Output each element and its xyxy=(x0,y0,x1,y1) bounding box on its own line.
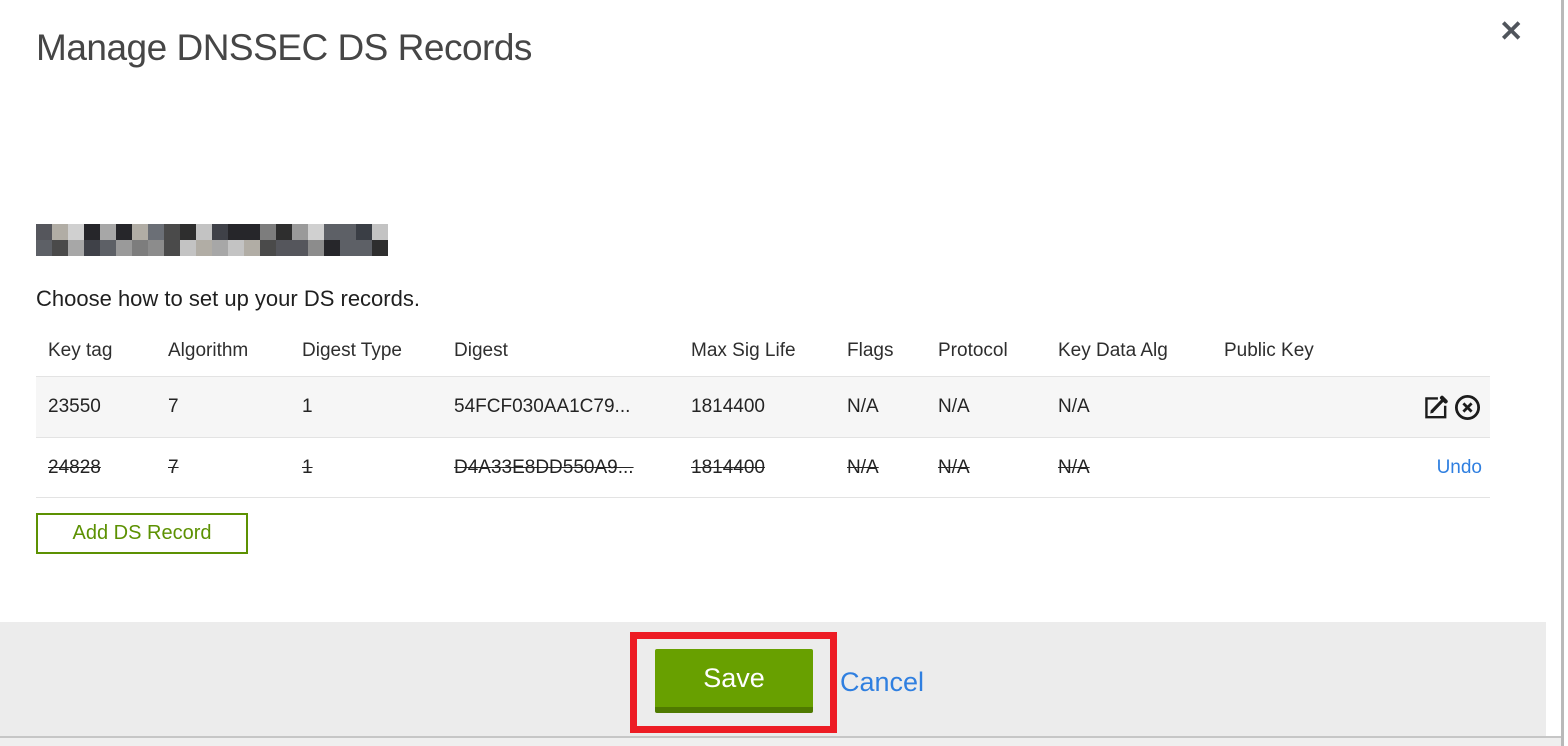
redacted-pixel xyxy=(228,240,244,256)
col-header-digest-type: Digest Type xyxy=(302,340,402,361)
ds-records-instruction: Choose how to set up your DS records. xyxy=(36,286,420,311)
col-header-key-tag: Key tag xyxy=(48,340,113,361)
redacted-pixel xyxy=(36,224,52,240)
redacted-pixel xyxy=(68,240,84,256)
redacted-pixel xyxy=(84,224,100,240)
redacted-pixel xyxy=(260,240,276,256)
col-header-digest: Digest xyxy=(454,340,508,361)
col-header-protocol: Protocol xyxy=(938,340,1008,361)
redacted-pixel xyxy=(244,240,260,256)
col-header-flags: Flags xyxy=(847,340,894,361)
cell-key-data-alg: N/A xyxy=(1058,456,1090,478)
redacted-pixel xyxy=(324,240,340,256)
redacted-pixel xyxy=(132,224,148,240)
redacted-pixel xyxy=(356,240,372,256)
redacted-pixel xyxy=(100,224,116,240)
redacted-domain-name xyxy=(36,224,388,256)
redacted-pixel xyxy=(196,240,212,256)
redacted-pixel xyxy=(116,240,132,256)
cell-flags: N/A xyxy=(847,396,879,417)
col-header-public-key: Public Key xyxy=(1224,340,1314,361)
redacted-pixel xyxy=(148,224,164,240)
redacted-pixel xyxy=(132,240,148,256)
cell-key-data-alg: N/A xyxy=(1058,396,1090,417)
redacted-pixel xyxy=(372,240,388,256)
redacted-pixel xyxy=(180,240,196,256)
redacted-pixel xyxy=(84,240,100,256)
redacted-pixel xyxy=(196,224,212,240)
redacted-pixel xyxy=(340,224,356,240)
add-ds-record-button[interactable]: Add DS Record xyxy=(36,513,248,554)
cell-algorithm: 7 xyxy=(168,456,179,478)
redacted-pixel xyxy=(340,240,356,256)
ds-records-table: Key tag Algorithm Digest Type Digest Max… xyxy=(36,326,1490,498)
redacted-pixel xyxy=(52,224,68,240)
save-button[interactable]: Save xyxy=(655,649,813,713)
page-title: Manage DNSSEC DS Records xyxy=(36,27,532,68)
window-right-edge xyxy=(1561,0,1564,746)
redacted-pixel xyxy=(116,224,132,240)
redacted-pixel xyxy=(148,240,164,256)
redacted-pixel xyxy=(68,224,84,240)
cell-protocol: N/A xyxy=(938,396,970,417)
table-header-row: Key tag Algorithm Digest Type Digest Max… xyxy=(36,326,1490,376)
table-row-deleted: 24828 7 1 D4A33E8DD550A9... 1814400 N/A … xyxy=(36,437,1490,498)
cell-protocol: N/A xyxy=(938,456,970,478)
col-header-max-sig-life: Max Sig Life xyxy=(691,340,796,361)
undo-link[interactable]: Undo xyxy=(1437,457,1482,479)
redacted-pixel xyxy=(308,224,324,240)
window-bottom-edge xyxy=(0,736,1561,746)
redacted-pixel xyxy=(372,224,388,240)
col-header-algorithm: Algorithm xyxy=(168,340,249,361)
cell-max-sig-life: 1814400 xyxy=(691,396,765,417)
cell-digest-type: 1 xyxy=(302,396,313,417)
cell-key-tag: 23550 xyxy=(48,396,101,417)
redacted-pixel xyxy=(324,224,340,240)
redacted-pixel xyxy=(308,240,324,256)
cell-algorithm: 7 xyxy=(168,396,179,417)
redacted-pixel xyxy=(228,224,244,240)
redacted-pixel xyxy=(212,224,228,240)
redacted-pixel xyxy=(276,240,292,256)
row-actions: Undo xyxy=(1437,457,1490,479)
redacted-pixel xyxy=(164,240,180,256)
cell-key-tag: 24828 xyxy=(48,456,101,478)
cell-digest: 54FCF030AA1C79... xyxy=(454,396,631,417)
table-row: 23550 7 1 54FCF030AA1C79... 1814400 N/A … xyxy=(36,376,1490,437)
edit-icon[interactable] xyxy=(1421,393,1450,422)
cell-flags: N/A xyxy=(847,456,879,478)
redacted-pixel xyxy=(212,240,228,256)
cell-digest: D4A33E8DD550A9... xyxy=(454,456,634,478)
redacted-pixel xyxy=(292,224,308,240)
redacted-pixel xyxy=(260,224,276,240)
manage-dnssec-modal: Manage DNSSEC DS Records ✕ Choose how to… xyxy=(0,0,1568,746)
redacted-pixel xyxy=(292,240,308,256)
redacted-pixel xyxy=(52,240,68,256)
delete-icon[interactable] xyxy=(1453,393,1482,422)
redacted-pixel xyxy=(100,240,116,256)
cell-digest-type: 1 xyxy=(302,456,313,478)
redacted-pixel xyxy=(36,240,52,256)
redacted-pixel xyxy=(244,224,260,240)
redacted-pixel xyxy=(180,224,196,240)
redacted-pixel xyxy=(276,224,292,240)
redacted-pixel xyxy=(164,224,180,240)
cell-max-sig-life: 1814400 xyxy=(691,456,765,478)
col-header-key-data-alg: Key Data Alg xyxy=(1058,340,1168,361)
cancel-link[interactable]: Cancel xyxy=(840,667,924,698)
row-actions xyxy=(1421,393,1490,422)
redacted-pixel xyxy=(356,224,372,240)
close-icon[interactable]: ✕ xyxy=(1499,18,1523,47)
